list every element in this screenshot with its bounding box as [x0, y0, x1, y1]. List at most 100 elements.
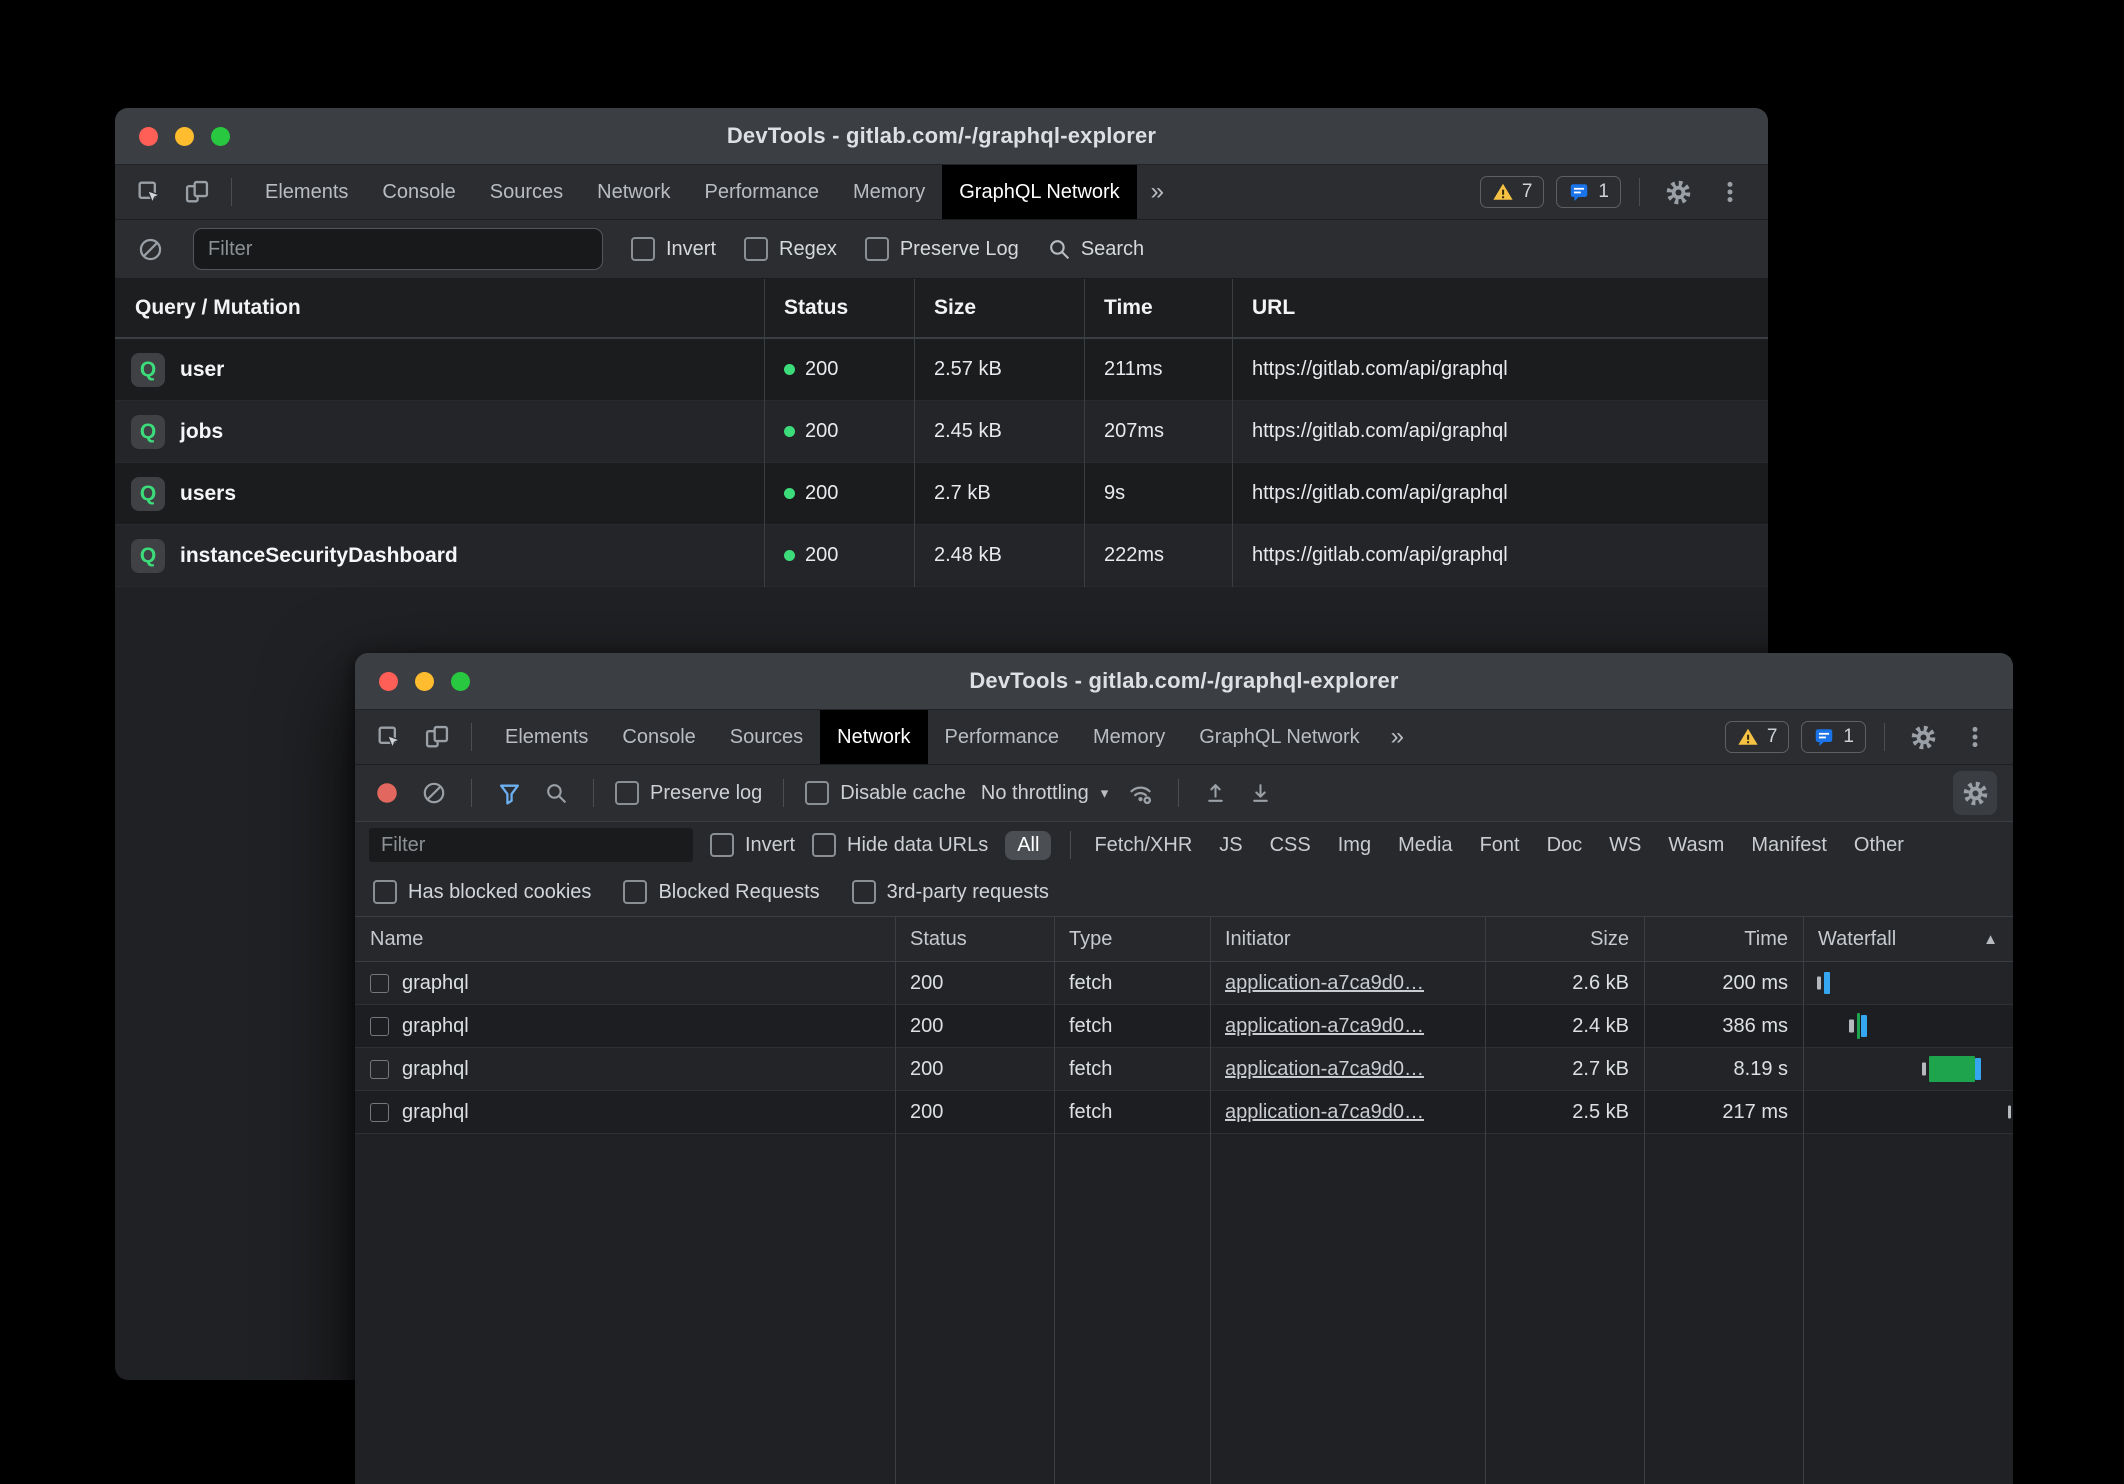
row-checkbox[interactable]	[370, 1060, 389, 1079]
zoom-window-button[interactable]	[211, 127, 230, 146]
tab-memory[interactable]: Memory	[1076, 710, 1182, 764]
type-filter-js[interactable]: JS	[1215, 831, 1246, 860]
row-checkbox[interactable]	[370, 1103, 389, 1122]
type-filter-other[interactable]: Other	[1850, 831, 1908, 860]
device-toolbar-icon[interactable]	[177, 172, 217, 212]
graphql-filter-input[interactable]	[193, 228, 603, 270]
row-checkbox[interactable]	[370, 974, 389, 993]
throttling-select[interactable]: No throttling ▾	[981, 782, 1108, 805]
tab-elements[interactable]: Elements	[248, 165, 365, 219]
network-settings-gear-button[interactable]	[1953, 771, 1997, 815]
more-tabs-chevron-icon[interactable]: »	[1377, 710, 1418, 764]
title-bar[interactable]: DevTools - gitlab.com/-/graphql-explorer	[355, 653, 2013, 710]
request-row[interactable]: graphql 200 fetch application-a7ca9d0… 2…	[355, 962, 2013, 1005]
initiator-link[interactable]: application-a7ca9d0…	[1225, 1015, 1424, 1037]
record-network-log-icon[interactable]	[371, 773, 403, 813]
column-header-size[interactable]: Size	[914, 296, 1084, 320]
query-row[interactable]: Qusers 200 2.7 kB 9s https://gitlab.com/…	[115, 463, 1768, 525]
column-header-initiator[interactable]: Initiator	[1210, 928, 1485, 951]
third-party-requests-checkbox[interactable]: 3rd-party requests	[852, 880, 1049, 904]
minimize-window-button[interactable]	[175, 127, 194, 146]
row-checkbox[interactable]	[370, 1017, 389, 1036]
column-header-url[interactable]: URL	[1232, 296, 1768, 320]
type-filter-wasm[interactable]: Wasm	[1664, 831, 1728, 860]
network-filter-input[interactable]	[369, 828, 693, 862]
more-options-icon[interactable]	[1955, 717, 1995, 757]
close-window-button[interactable]	[379, 672, 398, 691]
search-icon[interactable]	[540, 773, 572, 813]
column-header-waterfall[interactable]: Waterfall ▲	[1803, 928, 2013, 951]
warnings-badge[interactable]: 7	[1725, 721, 1790, 753]
clear-icon[interactable]	[135, 229, 165, 269]
devtools-window-network: DevTools - gitlab.com/-/graphql-explorer…	[355, 653, 2013, 1484]
clear-icon[interactable]	[418, 773, 450, 813]
export-har-icon[interactable]	[1245, 773, 1275, 813]
blocked-requests-checkbox[interactable]: Blocked Requests	[623, 880, 819, 904]
tab-sources[interactable]: Sources	[473, 165, 580, 219]
column-header-name[interactable]: Name	[355, 928, 895, 951]
more-options-icon[interactable]	[1710, 172, 1750, 212]
request-row[interactable]: graphql 200 fetch application-a7ca9d0… 2…	[355, 1005, 2013, 1048]
minimize-window-button[interactable]	[415, 672, 434, 691]
invert-checkbox[interactable]: Invert	[631, 237, 716, 261]
tab-elements[interactable]: Elements	[488, 710, 605, 764]
initiator-link[interactable]: application-a7ca9d0…	[1225, 1058, 1424, 1080]
more-tabs-chevron-icon[interactable]: »	[1137, 165, 1178, 219]
tab-graphql-network[interactable]: GraphQL Network	[942, 165, 1136, 219]
column-header-size[interactable]: Size	[1485, 928, 1644, 951]
hide-data-urls-checkbox[interactable]: Hide data URLs	[812, 833, 988, 857]
request-row[interactable]: graphql 200 fetch application-a7ca9d0… 2…	[355, 1048, 2013, 1091]
type-filter-css[interactable]: CSS	[1266, 831, 1315, 860]
column-header-type[interactable]: Type	[1054, 928, 1210, 951]
type-filter-font[interactable]: Font	[1476, 831, 1524, 860]
close-window-button[interactable]	[139, 127, 158, 146]
regex-checkbox[interactable]: Regex	[744, 237, 837, 261]
import-har-icon[interactable]	[1200, 773, 1230, 813]
column-header-time[interactable]: Time	[1084, 296, 1232, 320]
tab-memory[interactable]: Memory	[836, 165, 942, 219]
tab-network[interactable]: Network	[820, 710, 927, 764]
issues-badge[interactable]: 1	[1801, 721, 1866, 753]
issues-badge[interactable]: 1	[1556, 176, 1621, 208]
title-bar[interactable]: DevTools - gitlab.com/-/graphql-explorer	[115, 108, 1768, 165]
column-header-query[interactable]: Query / Mutation	[115, 296, 764, 320]
query-row[interactable]: QinstanceSecurityDashboard 200 2.48 kB 2…	[115, 525, 1768, 587]
filter-funnel-icon[interactable]	[493, 773, 525, 813]
column-header-status[interactable]: Status	[764, 296, 914, 320]
disable-cache-checkbox[interactable]: Disable cache	[805, 781, 966, 805]
preserve-log-checkbox[interactable]: Preserve Log	[865, 237, 1019, 261]
inspect-element-icon[interactable]	[369, 717, 409, 757]
type-filter-manifest[interactable]: Manifest	[1747, 831, 1831, 860]
tab-graphql-network[interactable]: GraphQL Network	[1182, 710, 1376, 764]
query-row[interactable]: Quser 200 2.57 kB 211ms https://gitlab.c…	[115, 339, 1768, 401]
zoom-window-button[interactable]	[451, 672, 470, 691]
tab-sources[interactable]: Sources	[713, 710, 820, 764]
tab-performance[interactable]: Performance	[928, 710, 1077, 764]
network-conditions-icon[interactable]	[1123, 773, 1157, 813]
type-filter-ws[interactable]: WS	[1605, 831, 1645, 860]
device-toolbar-icon[interactable]	[417, 717, 457, 757]
search-control[interactable]: Search	[1047, 237, 1144, 262]
type-filter-img[interactable]: Img	[1334, 831, 1375, 860]
type-filter-media[interactable]: Media	[1394, 831, 1456, 860]
warnings-badge[interactable]: 7	[1480, 176, 1545, 208]
tab-console[interactable]: Console	[605, 710, 712, 764]
settings-gear-icon[interactable]	[1903, 717, 1943, 757]
type-filter-doc[interactable]: Doc	[1543, 831, 1587, 860]
tab-network[interactable]: Network	[580, 165, 687, 219]
preserve-log-checkbox[interactable]: Preserve log	[615, 781, 762, 805]
column-header-time[interactable]: Time	[1644, 928, 1803, 951]
type-filter-all[interactable]: All	[1005, 831, 1051, 860]
inspect-element-icon[interactable]	[129, 172, 169, 212]
type-filter-fetch-xhr[interactable]: Fetch/XHR	[1090, 831, 1196, 860]
initiator-link[interactable]: application-a7ca9d0…	[1225, 1101, 1424, 1123]
initiator-link[interactable]: application-a7ca9d0…	[1225, 972, 1424, 994]
tab-console[interactable]: Console	[365, 165, 472, 219]
request-row[interactable]: graphql 200 fetch application-a7ca9d0… 2…	[355, 1091, 2013, 1134]
has-blocked-cookies-checkbox[interactable]: Has blocked cookies	[373, 880, 591, 904]
column-header-status[interactable]: Status	[895, 928, 1054, 951]
settings-gear-icon[interactable]	[1658, 172, 1698, 212]
invert-checkbox[interactable]: Invert	[710, 833, 795, 857]
query-row[interactable]: Qjobs 200 2.45 kB 207ms https://gitlab.c…	[115, 401, 1768, 463]
tab-performance[interactable]: Performance	[688, 165, 837, 219]
